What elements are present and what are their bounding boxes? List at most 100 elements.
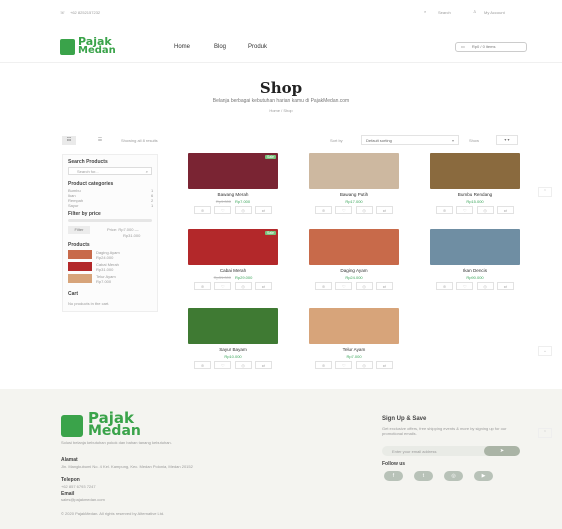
product-image[interactable] [309, 153, 399, 189]
product-card[interactable]: Daging Ayam Rp24.000 ⊕ ♡ ◎ ⇄ [309, 229, 399, 291]
search-icon[interactable]: ⌕ [424, 9, 426, 14]
product-name[interactable]: Cabai Merah [188, 268, 278, 273]
product-name[interactable]: Bawang Merah [188, 192, 278, 197]
wishlist-icon[interactable]: ♡ [456, 282, 474, 290]
quick-view-icon[interactable]: ◎ [355, 282, 373, 290]
quick-view-icon[interactable]: ◎ [234, 282, 252, 290]
newsletter-email-input[interactable]: Enter your email address [382, 446, 492, 456]
add-to-cart-icon[interactable]: ⊕ [194, 361, 211, 369]
follow-heading: Follow us [382, 461, 406, 467]
breadcrumb[interactable]: Home / Shop [0, 108, 562, 113]
footer-phone-heading: Telepon [61, 477, 80, 483]
scroll-up-button[interactable]: ⌃ [538, 187, 552, 197]
scroll-up-button[interactable]: ⌃ [538, 428, 552, 438]
header-account-link[interactable]: My Account [484, 10, 505, 15]
filter-button[interactable]: Filter [68, 226, 90, 234]
compare-icon[interactable]: ⇄ [496, 282, 514, 290]
product-card[interactable]: Telur Ayam Rp7.000 ⊕ ♡ ◎ ⇄ [309, 308, 399, 370]
product-card[interactable]: Bumbu Rendang Rp15.000 ⊕ ♡ ◎ ⇄ [430, 153, 520, 215]
sidebar-product-thumb[interactable] [68, 274, 92, 283]
wishlist-icon[interactable]: ♡ [214, 282, 232, 290]
quick-view-icon[interactable]: ◎ [476, 206, 494, 214]
compare-icon[interactable]: ⇄ [375, 206, 393, 214]
compare-icon[interactable]: ⇄ [254, 206, 272, 214]
facebook-icon[interactable]: f [384, 471, 403, 481]
filter-button-label: Filter [74, 227, 84, 232]
wishlist-icon[interactable]: ♡ [214, 361, 232, 369]
product-name[interactable]: Daging Ayam [309, 268, 399, 273]
price-slider[interactable] [68, 219, 152, 222]
product-image[interactable] [188, 308, 278, 344]
add-to-cart-icon[interactable]: ⊕ [315, 206, 332, 214]
compare-icon[interactable]: ⇄ [375, 361, 393, 369]
quick-view-icon[interactable]: ◎ [355, 206, 373, 214]
product-name[interactable]: Ikan Dencis [430, 268, 520, 273]
cart-empty-message: No products in the cart. [68, 301, 110, 306]
instagram-icon[interactable]: ◎ [444, 471, 463, 481]
wishlist-icon[interactable]: ♡ [214, 206, 232, 214]
sidebar-product-price: Rp7.000 [96, 279, 112, 284]
footer-logo-line2: Medan [88, 423, 141, 439]
add-to-cart-icon[interactable]: ⊕ [436, 206, 453, 214]
product-image[interactable] [309, 229, 399, 265]
product-name[interactable]: Bawang Putih [309, 192, 399, 197]
header-search-link[interactable]: Search [438, 10, 451, 15]
nav-item-blog[interactable]: Blog [214, 44, 226, 50]
product-price: Rp31.000 Rp29.000 [188, 275, 278, 280]
product-card[interactable]: Sayur Bayam Rp10.000 ⊕ ♡ ◎ ⇄ [188, 308, 278, 370]
compare-icon[interactable]: ⇄ [496, 206, 514, 214]
wishlist-icon[interactable]: ♡ [335, 361, 353, 369]
quick-view-icon[interactable]: ◎ [234, 206, 252, 214]
site-logo[interactable]: Pajak Medan [60, 35, 150, 56]
product-card[interactable]: Bawang Putih Rp17.000 ⊕ ♡ ◎ ⇄ [309, 153, 399, 215]
search-products-heading: Search Products [68, 159, 108, 165]
product-name[interactable]: Sayur Bayam [188, 347, 278, 352]
sidebar-search-input[interactable]: Search for... ⌕ [68, 167, 152, 175]
footer-logo[interactable]: Pajak Medan [61, 409, 191, 439]
compare-icon[interactable]: ⇄ [254, 282, 272, 290]
product-image[interactable] [309, 308, 399, 344]
header-cart-button[interactable]: ▭ Rp0 / 0 items [455, 42, 527, 52]
add-to-cart-icon[interactable]: ⊕ [194, 282, 211, 290]
youtube-icon[interactable]: ▶ [474, 471, 493, 481]
product-image[interactable] [430, 229, 520, 265]
grid-view-button[interactable]: ☷ [62, 136, 76, 145]
product-name[interactable]: Telur Ayam [309, 347, 399, 352]
compare-icon[interactable]: ⇄ [254, 361, 272, 369]
footer-email[interactable]: sales@pajakmedan.com [61, 497, 105, 502]
sort-select[interactable]: Default sorting ▾ [361, 135, 459, 145]
add-to-cart-icon[interactable]: ⊕ [436, 282, 453, 290]
product-card[interactable]: Ikan Dencis Rp90.000 ⊕ ♡ ◎ ⇄ [430, 229, 520, 291]
wishlist-icon[interactable]: ♡ [335, 282, 353, 290]
product-card[interactable]: Sale Cabai Merah Rp31.000 Rp29.000 ⊕ ♡ ◎ ⇄ [188, 229, 278, 291]
quick-view-icon[interactable]: ◎ [476, 282, 494, 290]
add-to-cart-icon[interactable]: ⊕ [194, 206, 211, 214]
footer-about: Solusi belanja kebutuhan pokok dan bahan… [61, 440, 172, 445]
product-actions: ⊕ ♡ ◎ ⇄ [315, 361, 393, 370]
show-per-page-select[interactable]: ▾ ▾ [496, 135, 518, 145]
quick-view-icon[interactable]: ◎ [355, 361, 373, 369]
footer-address-heading: Alamat [61, 457, 78, 463]
product-card[interactable]: Sale Bawang Merah Rp9.000 Rp7.000 ⊕ ♡ ◎ ⇄ [188, 153, 278, 215]
product-name[interactable]: Bumbu Rendang [430, 192, 520, 197]
scroll-up-button[interactable]: ⌄ [538, 346, 552, 356]
twitter-icon[interactable]: t [414, 471, 433, 481]
sidebar-product-thumb[interactable] [68, 250, 92, 259]
category-item[interactable]: Sayur [68, 203, 78, 208]
product-actions: ⊕ ♡ ◎ ⇄ [315, 206, 393, 215]
newsletter-submit-button[interactable]: ➤ [484, 446, 520, 456]
add-to-cart-icon[interactable]: ⊕ [315, 361, 332, 369]
page-title: Shop [259, 79, 303, 97]
product-image[interactable] [430, 153, 520, 189]
nav-item-home[interactable]: Home [174, 44, 190, 50]
user-icon[interactable]: ♙ [473, 9, 477, 14]
nav-item-produk[interactable]: Produk [248, 44, 267, 50]
list-view-button[interactable]: ☰ [94, 136, 106, 145]
wishlist-icon[interactable]: ♡ [456, 206, 474, 214]
add-to-cart-icon[interactable]: ⊕ [315, 282, 332, 290]
quick-view-icon[interactable]: ◎ [234, 361, 252, 369]
sidebar-product-thumb[interactable] [68, 262, 92, 271]
search-icon[interactable]: ⌕ [146, 169, 148, 174]
wishlist-icon[interactable]: ♡ [335, 206, 353, 214]
compare-icon[interactable]: ⇄ [375, 282, 393, 290]
